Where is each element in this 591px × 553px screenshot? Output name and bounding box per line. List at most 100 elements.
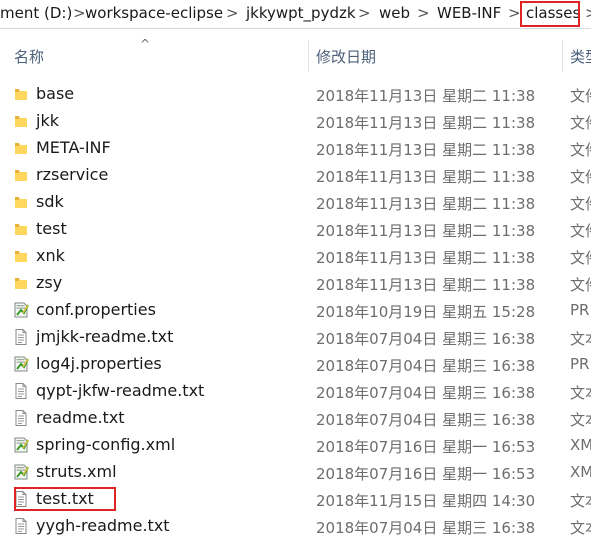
file-name[interactable]: test.txt	[36, 489, 94, 508]
file-type: 文件	[570, 276, 591, 294]
file-type: 文件	[570, 249, 591, 267]
file-name[interactable]: xnk	[36, 246, 65, 265]
file-type: 文件	[570, 195, 591, 213]
file-name[interactable]: log4j.properties	[36, 354, 162, 373]
breadcrumb-separator-icon[interactable]: >	[508, 4, 521, 22]
file-row[interactable]: xnk 2018年11月13日 星期二 11:38 文件	[0, 243, 591, 270]
file-name[interactable]: META-INF	[36, 138, 111, 157]
file-modified-date: 2018年07月04日 星期三 16:38	[316, 411, 536, 429]
breadcrumb-separator-icon[interactable]: >	[358, 4, 371, 22]
breadcrumb-item-web[interactable]: web	[379, 4, 410, 22]
file-row[interactable]: readme.txt 2018年07月04日 星期三 16:38 文本	[0, 405, 591, 432]
file-row[interactable]: spring-config.xml 2018年07月16日 星期一 16:53 XM	[0, 432, 591, 459]
breadcrumb-separator-icon[interactable]: >	[417, 4, 430, 22]
breadcrumb-item-web-inf[interactable]: WEB-INF	[437, 4, 501, 22]
file-name[interactable]: spring-config.xml	[36, 435, 175, 454]
breadcrumb-item-drive[interactable]: ment (D:)	[0, 4, 72, 22]
folder-icon	[12, 193, 30, 211]
file-type: PR	[570, 301, 590, 319]
breadcrumb-item-classes[interactable]: classes	[526, 4, 580, 22]
file-modified-date: 2018年11月15日 星期四 14:30	[316, 492, 536, 510]
text-file-icon	[12, 328, 30, 346]
text-file-icon	[12, 517, 30, 535]
file-type: 文本	[570, 492, 591, 510]
file-modified-date: 2018年07月16日 星期一 16:53	[316, 465, 536, 483]
breadcrumb-item-workspace[interactable]: workspace-eclipse	[85, 4, 223, 22]
config-file-icon	[12, 301, 30, 319]
column-divider[interactable]	[562, 40, 563, 72]
file-type: XM	[570, 436, 591, 454]
file-row[interactable]: META-INF 2018年11月13日 星期二 11:38 文件	[0, 135, 591, 162]
file-name[interactable]: readme.txt	[36, 408, 125, 427]
file-row[interactable]: test 2018年11月13日 星期二 11:38 文件	[0, 216, 591, 243]
file-modified-date: 2018年07月04日 星期三 16:38	[316, 384, 536, 402]
column-header-type[interactable]: 类型	[570, 46, 591, 67]
file-name[interactable]: jmjkk-readme.txt	[36, 327, 173, 346]
folder-icon	[12, 166, 30, 184]
address-bar[interactable]: ment (D:) > workspace-eclipse > jkkywpt_…	[0, 0, 591, 29]
file-row[interactable]: zsy 2018年11月13日 星期二 11:38 文件	[0, 270, 591, 297]
file-modified-date: 2018年07月16日 星期一 16:53	[316, 438, 536, 456]
file-row[interactable]: rzservice 2018年11月13日 星期二 11:38 文件	[0, 162, 591, 189]
file-type: 文本	[570, 384, 591, 402]
config-file-icon	[12, 463, 30, 481]
file-name[interactable]: zsy	[36, 273, 62, 292]
file-name[interactable]: base	[36, 84, 74, 103]
breadcrumb-separator-icon[interactable]: >	[73, 4, 86, 22]
file-type: 文件	[570, 114, 591, 132]
file-row[interactable]: base 2018年11月13日 星期二 11:38 文件	[0, 81, 591, 108]
column-header-bar: ^ 名称 修改日期 类型	[0, 37, 591, 72]
file-row[interactable]: log4j.properties 2018年07月04日 星期三 16:38 PR	[0, 351, 591, 378]
text-file-icon	[12, 490, 30, 508]
file-type: PR	[570, 355, 590, 373]
file-modified-date: 2018年07月04日 星期三 16:38	[316, 357, 536, 375]
file-name[interactable]: struts.xml	[36, 462, 117, 481]
file-name[interactable]: qypt-jkfw-readme.txt	[36, 381, 204, 400]
folder-icon	[12, 274, 30, 292]
folder-icon	[12, 247, 30, 265]
file-name[interactable]: sdk	[36, 192, 64, 211]
config-file-icon	[12, 355, 30, 373]
file-modified-date: 2018年11月13日 星期二 11:38	[316, 168, 536, 186]
file-row[interactable]: qypt-jkfw-readme.txt 2018年07月04日 星期三 16:3…	[0, 378, 591, 405]
file-modified-date: 2018年11月13日 星期二 11:38	[316, 195, 536, 213]
file-row[interactable]: conf.properties 2018年10月19日 星期五 15:28 PR	[0, 297, 591, 324]
file-row[interactable]: sdk 2018年11月13日 星期二 11:38 文件	[0, 189, 591, 216]
sort-ascending-icon[interactable]: ^	[140, 37, 150, 51]
file-modified-date: 2018年11月13日 星期二 11:38	[316, 249, 536, 267]
file-modified-date: 2018年11月13日 星期二 11:38	[316, 114, 536, 132]
file-type: XM	[570, 463, 591, 481]
column-divider[interactable]	[308, 40, 309, 72]
file-type: 文本	[570, 411, 591, 429]
file-row[interactable]: jmjkk-readme.txt 2018年07月04日 星期三 16:38 文本	[0, 324, 591, 351]
file-type: 文件	[570, 222, 591, 240]
file-modified-date: 2018年07月04日 星期三 16:38	[316, 519, 536, 537]
file-modified-date: 2018年10月19日 星期五 15:28	[316, 303, 536, 321]
file-name[interactable]: jkk	[36, 111, 59, 130]
file-row[interactable]: test.txt 2018年11月15日 星期四 14:30 文本	[0, 486, 591, 513]
config-file-icon	[12, 436, 30, 454]
file-row[interactable]: jkk 2018年11月13日 星期二 11:38 文件	[0, 108, 591, 135]
breadcrumb-item-project[interactable]: jkkywpt_pydzk	[246, 4, 356, 22]
file-row[interactable]: struts.xml 2018年07月16日 星期一 16:53 XM	[0, 459, 591, 486]
file-name[interactable]: rzservice	[36, 165, 108, 184]
column-header-date[interactable]: 修改日期	[316, 46, 376, 67]
file-name[interactable]: yygh-readme.txt	[36, 516, 170, 535]
folder-icon	[12, 112, 30, 130]
folder-icon	[12, 85, 30, 103]
text-file-icon	[12, 382, 30, 400]
file-modified-date: 2018年07月04日 星期三 16:38	[316, 330, 536, 348]
file-name[interactable]: conf.properties	[36, 300, 156, 319]
text-file-icon	[12, 409, 30, 427]
file-modified-date: 2018年11月13日 星期二 11:38	[316, 276, 536, 294]
file-modified-date: 2018年11月13日 星期二 11:38	[316, 141, 536, 159]
folder-icon	[12, 220, 30, 238]
file-type: 文件	[570, 87, 591, 105]
file-row[interactable]: yygh-readme.txt 2018年07月04日 星期三 16:38 文本	[0, 513, 591, 540]
file-type: 文件	[570, 141, 591, 159]
breadcrumb-separator-icon[interactable]: >	[226, 4, 239, 22]
file-modified-date: 2018年11月13日 星期二 11:38	[316, 222, 536, 240]
file-name[interactable]: test	[36, 219, 67, 238]
breadcrumb-separator-icon[interactable]: >	[585, 4, 591, 22]
column-header-name[interactable]: 名称	[14, 46, 44, 67]
